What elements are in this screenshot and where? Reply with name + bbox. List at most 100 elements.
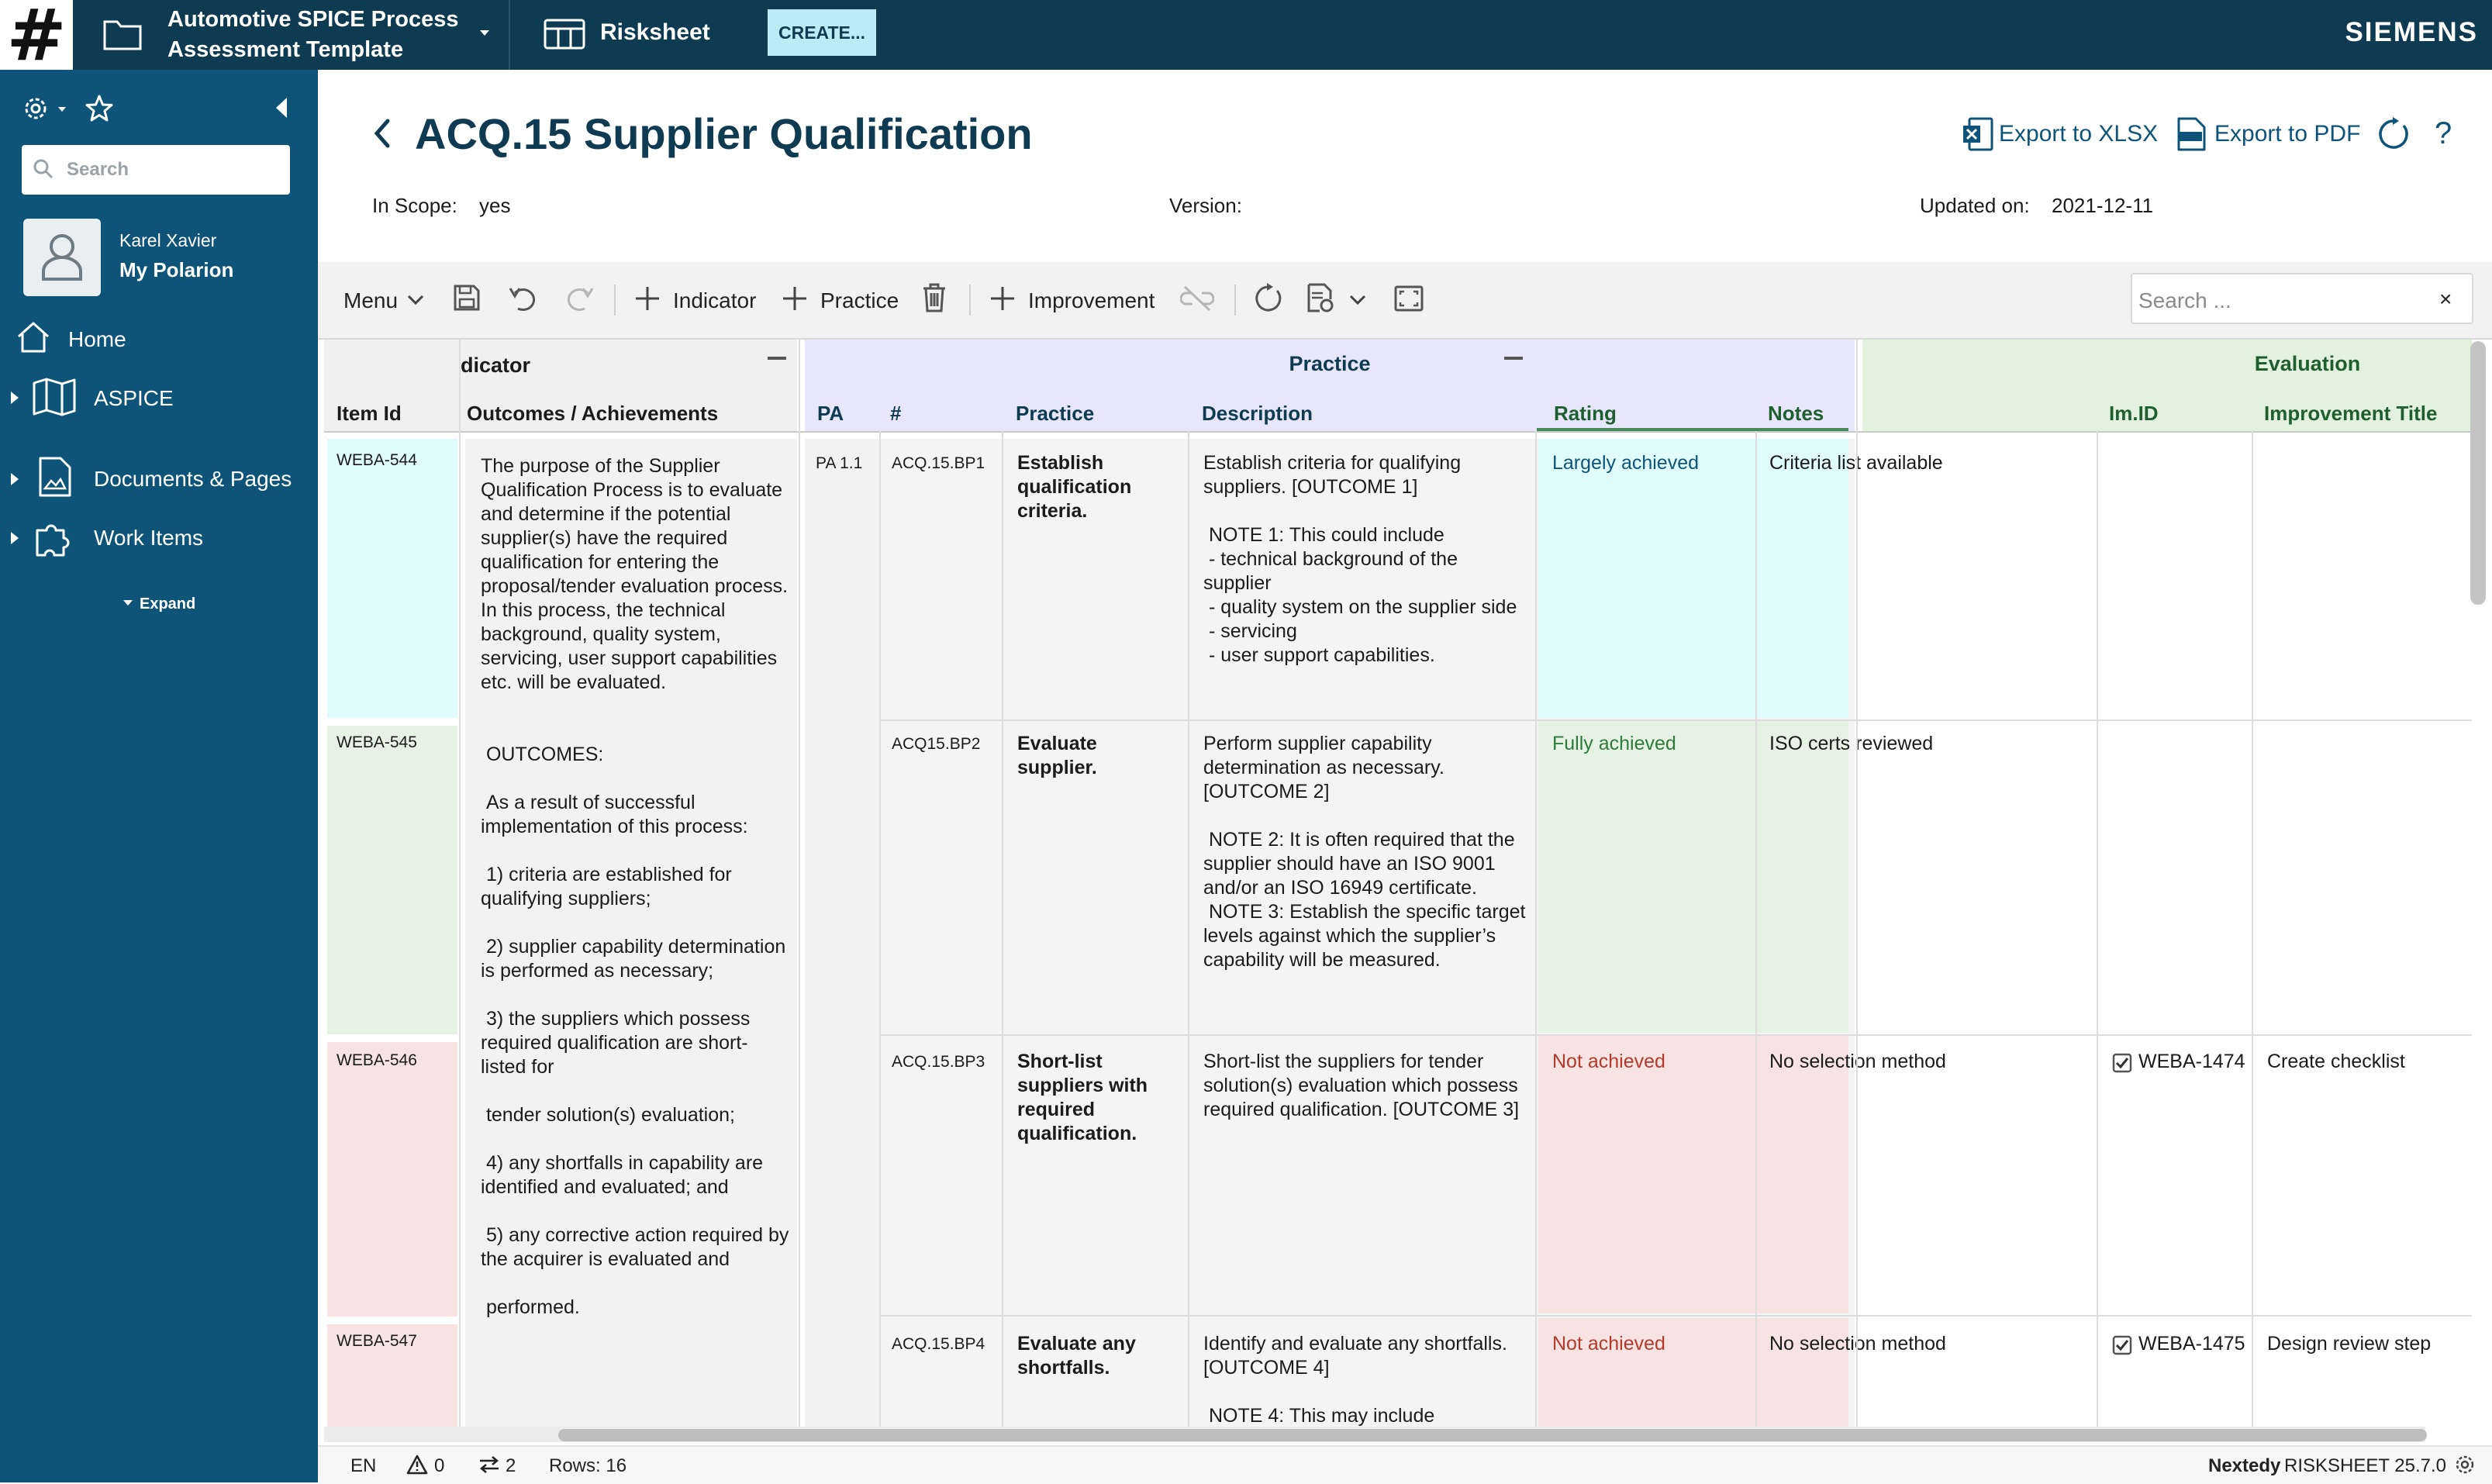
practice-number-cell[interactable]: ACQ.15.BP1 xyxy=(892,454,985,473)
item-id-cell[interactable]: WEBA-545 xyxy=(337,733,417,752)
collapse-indicator-icon[interactable] xyxy=(768,357,786,360)
col-notes[interactable]: Notes xyxy=(1768,402,1824,426)
clear-search-button[interactable]: × xyxy=(2439,287,2452,312)
vertical-scrollbar-thumb[interactable] xyxy=(2470,341,2486,605)
avatar[interactable] xyxy=(23,219,101,296)
checkbox-icon[interactable] xyxy=(2112,1053,2132,1073)
improvement-id-cell[interactable]: WEBA-1474 xyxy=(2138,1050,2245,1074)
pdf-icon[interactable] xyxy=(2176,116,2207,152)
rating-cell[interactable]: Not achieved xyxy=(1552,1332,1665,1356)
indicator-group-header[interactable]: Indicator xyxy=(459,340,797,388)
col-im-id[interactable]: Im.ID xyxy=(2109,402,2159,426)
item-id-cell[interactable]: WEBA-544 xyxy=(337,451,417,470)
expand-documents-caret[interactable] xyxy=(11,473,19,485)
add-improvement-button[interactable]: Improvement xyxy=(1028,288,1155,313)
reload-icon[interactable] xyxy=(1251,282,1284,315)
improvement-title-cell[interactable]: Create checklist xyxy=(2267,1050,2469,1074)
menu-button[interactable]: Menu xyxy=(343,288,398,313)
practice-group-header[interactable]: Practice xyxy=(805,340,1855,388)
project-dropdown-icon[interactable] xyxy=(479,29,490,37)
notes-cell[interactable]: ISO certs reviewed xyxy=(1769,732,2095,756)
description-cell[interactable]: Perform supplier capability determinatio… xyxy=(1203,732,1527,972)
col-pa[interactable]: PA xyxy=(817,402,844,426)
improvement-id-cell[interactable]: WEBA-1475 xyxy=(2138,1332,2245,1356)
excel-icon[interactable] xyxy=(1962,116,1994,152)
description-cell[interactable]: Establish criteria for qualifying suppli… xyxy=(1203,451,1527,668)
undo-icon[interactable] xyxy=(507,282,538,313)
practice-number-cell[interactable]: ACQ.15.BP3 xyxy=(892,1053,985,1072)
practice-name-cell[interactable]: Establish qualification criteria. xyxy=(1017,451,1180,523)
pa-cell[interactable]: PA 1.1 xyxy=(816,454,862,473)
print-review-icon[interactable] xyxy=(1306,282,1337,313)
notes-cell[interactable]: No selection method xyxy=(1769,1332,2095,1356)
star-icon[interactable] xyxy=(84,93,115,124)
col-rating[interactable]: Rating xyxy=(1554,402,1617,426)
description-cell[interactable]: Short-list the suppliers for tender solu… xyxy=(1203,1050,1527,1122)
practice-name-cell[interactable]: Evaluate supplier. xyxy=(1017,732,1180,780)
menu-chevron-icon[interactable] xyxy=(407,295,424,305)
improvement-title-cell[interactable]: Design review step xyxy=(2267,1332,2469,1356)
refresh-icon[interactable] xyxy=(2376,116,2411,152)
create-button[interactable]: CREATE... xyxy=(768,9,876,56)
unlink-icon[interactable] xyxy=(1180,285,1214,312)
item-id-cell[interactable]: WEBA-546 xyxy=(337,1051,417,1070)
delete-icon[interactable] xyxy=(921,282,947,313)
folder-icon[interactable] xyxy=(102,17,143,51)
add-practice-icon[interactable] xyxy=(782,285,808,312)
expand-caret-icon[interactable] xyxy=(123,599,133,607)
expand-work-items-caret[interactable] xyxy=(11,532,19,544)
my-polarion-link[interactable]: My Polarion xyxy=(119,258,233,282)
sidebar-item-documents[interactable]: Documents & Pages xyxy=(94,467,292,492)
warning-icon[interactable] xyxy=(406,1455,428,1475)
export-pdf-link[interactable]: Export to PDF xyxy=(2214,121,2360,147)
add-improvement-icon[interactable] xyxy=(989,285,1016,312)
horizontal-scrollbar-thumb[interactable] xyxy=(558,1429,2427,1441)
col-num[interactable]: # xyxy=(890,402,901,426)
gear-icon[interactable] xyxy=(22,93,53,124)
language-indicator[interactable]: EN xyxy=(350,1455,376,1477)
add-indicator-icon[interactable] xyxy=(634,285,661,312)
outcomes-cell[interactable]: The purpose of the Supplier Qualificatio… xyxy=(481,454,789,1320)
print-review-chevron-icon[interactable] xyxy=(1349,295,1366,305)
checkbox-icon[interactable] xyxy=(2112,1335,2132,1355)
expand-link[interactable]: Expand xyxy=(140,595,195,613)
add-practice-button[interactable]: Practice xyxy=(820,288,899,313)
practice-name-cell[interactable]: Evaluate any shortfalls. xyxy=(1017,1332,1180,1380)
polarion-logo[interactable]: # xyxy=(0,0,73,77)
rating-cell[interactable]: Not achieved xyxy=(1552,1050,1665,1074)
col-item-id[interactable]: Item Id xyxy=(337,402,402,426)
practice-number-cell[interactable]: ACQ.15.BP4 xyxy=(892,1335,985,1354)
sidebar-search-input[interactable] xyxy=(22,145,290,195)
evaluation-group-header[interactable]: Evaluation xyxy=(1862,340,2472,388)
export-xlsx-link[interactable]: Export to XLSX xyxy=(1999,121,2158,147)
links-icon[interactable] xyxy=(478,1455,501,1475)
add-indicator-button[interactable]: Indicator xyxy=(673,288,756,313)
save-icon[interactable] xyxy=(453,284,481,312)
notes-cell[interactable]: No selection method xyxy=(1769,1050,2095,1074)
collapse-practice-icon[interactable] xyxy=(1504,357,1523,360)
col-description[interactable]: Description xyxy=(1202,402,1313,426)
sidebar-item-work-items[interactable]: Work Items xyxy=(94,526,203,550)
help-icon[interactable]: ? xyxy=(2435,116,2452,151)
fullscreen-icon[interactable] xyxy=(1394,285,1424,312)
item-id-cell[interactable]: WEBA-547 xyxy=(337,1332,417,1351)
practice-name-cell[interactable]: Short-list suppliers with required quali… xyxy=(1017,1050,1180,1146)
practice-number-cell[interactable]: ACQ15.BP2 xyxy=(892,735,980,754)
project-title[interactable]: Automotive SPICE Process Assessment Temp… xyxy=(167,5,470,65)
settings-gear-icon[interactable] xyxy=(2453,1453,2476,1476)
col-practice[interactable]: Practice xyxy=(1016,402,1094,426)
risksheet-label[interactable]: Risksheet xyxy=(600,19,710,46)
notes-cell[interactable]: Criteria list available xyxy=(1769,451,2095,475)
rating-cell[interactable]: Fully achieved xyxy=(1552,732,1676,756)
col-outcomes[interactable]: Outcomes / Achievements xyxy=(467,402,718,426)
sidebar-item-aspice[interactable]: ASPICE xyxy=(94,386,174,411)
description-cell[interactable]: Identify and evaluate any shortfalls. [O… xyxy=(1203,1332,1527,1427)
gear-dropdown-icon[interactable] xyxy=(57,106,67,112)
back-chevron-icon[interactable] xyxy=(371,116,394,150)
rating-cell[interactable]: Largely achieved xyxy=(1552,451,1699,475)
col-improvement-title[interactable]: Improvement Title xyxy=(2264,402,2437,426)
collapse-sidebar-icon[interactable] xyxy=(273,96,290,119)
sidebar-item-home[interactable]: Home xyxy=(68,327,126,352)
redo-icon[interactable] xyxy=(564,282,595,313)
expand-aspice-caret[interactable] xyxy=(11,392,19,404)
